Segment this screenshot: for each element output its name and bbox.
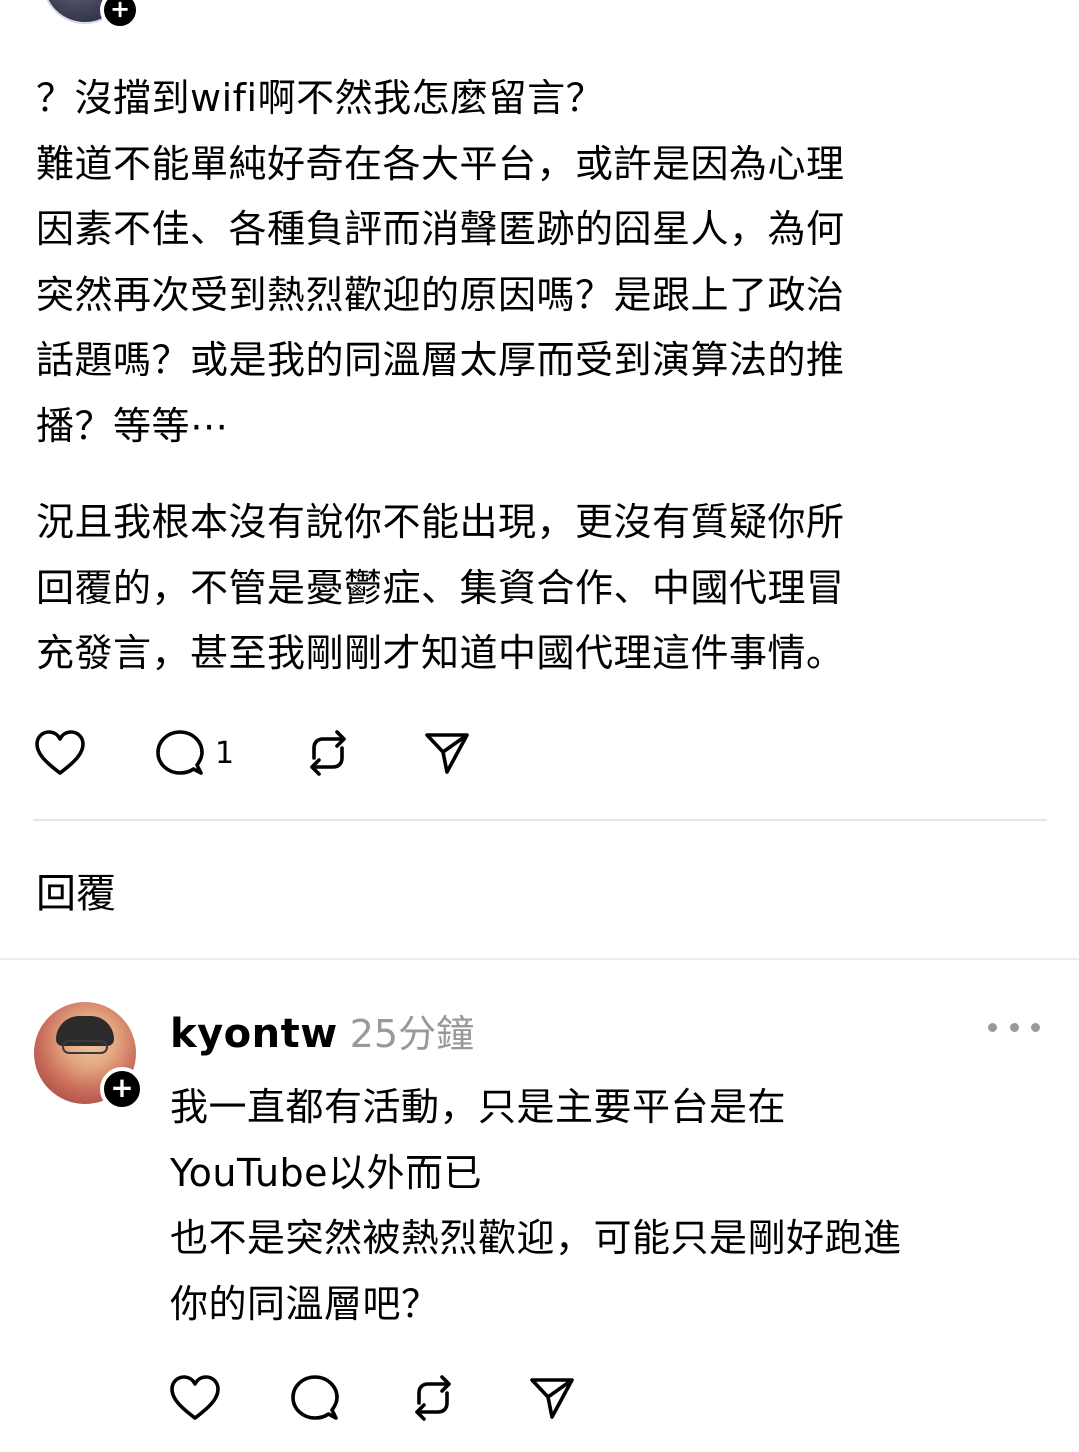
comment-icon: [290, 1373, 340, 1423]
share-button[interactable]: [528, 1375, 576, 1421]
post-line: 話題嗎？或是我的同溫層太厚而受到演算法的推: [36, 338, 845, 382]
post-line: 況且我根本沒有說你不能出現，更沒有質疑你所: [36, 500, 845, 544]
send-icon: [423, 730, 471, 776]
more-options-button[interactable]: [988, 1012, 1040, 1042]
post-author-follow-button[interactable]: +: [100, 0, 140, 30]
reply-line: 你的同溫層吧？: [170, 1281, 440, 1326]
reply-timestamp: 25分鐘: [349, 1012, 475, 1056]
share-button[interactable]: [423, 730, 471, 776]
post-line: 播？等等⋯: [36, 403, 229, 448]
reply-line: YouTube以外而已: [170, 1150, 483, 1195]
repost-button[interactable]: [409, 1373, 528, 1423]
reply-button[interactable]: [290, 1373, 409, 1423]
reply-username[interactable]: kyontw: [170, 1011, 338, 1057]
post-line: 回覆的，不管是憂鬱症、集資合作、中國代理冒: [36, 565, 845, 610]
post-line: ？沒擋到wifi啊不然我怎麼留言？: [36, 76, 605, 120]
plus-icon: +: [109, 0, 131, 23]
comment-icon: [155, 728, 205, 778]
send-icon: [528, 1375, 576, 1421]
reply-count: 1: [215, 735, 235, 771]
plus-icon: +: [110, 1071, 134, 1104]
post-line: 突然再次受到熱烈歡迎的原因嗎？是跟上了政治: [36, 272, 845, 317]
heart-icon: [34, 729, 86, 777]
reply-action-bar: [169, 1373, 576, 1423]
repost-icon: [304, 728, 352, 778]
more-horizontal-icon: [988, 1022, 997, 1032]
repost-button[interactable]: [304, 728, 423, 778]
post-text: ？沒擋到wifi啊不然我怎麼留言？ 難道不能單純好奇在各大平台，或許是因為心理 …: [36, 66, 996, 687]
reply-line: 也不是突然被熱烈歡迎，可能只是剛好跑進: [170, 1216, 902, 1260]
post-line: 難道不能單純好奇在各大平台，或許是因為心理: [36, 141, 845, 186]
post-line: 因素不佳、各種負評而消聲匿跡的囧星人，為何: [36, 207, 845, 251]
post-action-bar: 1: [34, 728, 471, 778]
like-button[interactable]: [169, 1374, 290, 1422]
divider: [33, 819, 1047, 821]
reply-header: kyontw 25分鐘: [170, 1003, 474, 1058]
repost-icon: [409, 1373, 457, 1423]
reply-line: 我一直都有活動，只是主要平台是在: [170, 1085, 787, 1129]
heart-icon: [169, 1374, 221, 1422]
reply-text: 我一直都有活動，只是主要平台是在 YouTube以外而已 也不是突然被熱烈歡迎，…: [170, 1075, 1050, 1337]
replies-section-label: 回覆: [36, 871, 116, 917]
post-line: 充發言，甚至我剛剛才知道中國代理這件事情。: [36, 631, 845, 675]
reply-author-follow-button[interactable]: +: [100, 1067, 144, 1111]
reply-button[interactable]: 1: [155, 728, 304, 778]
like-button[interactable]: [34, 729, 155, 777]
divider: [0, 958, 1079, 960]
